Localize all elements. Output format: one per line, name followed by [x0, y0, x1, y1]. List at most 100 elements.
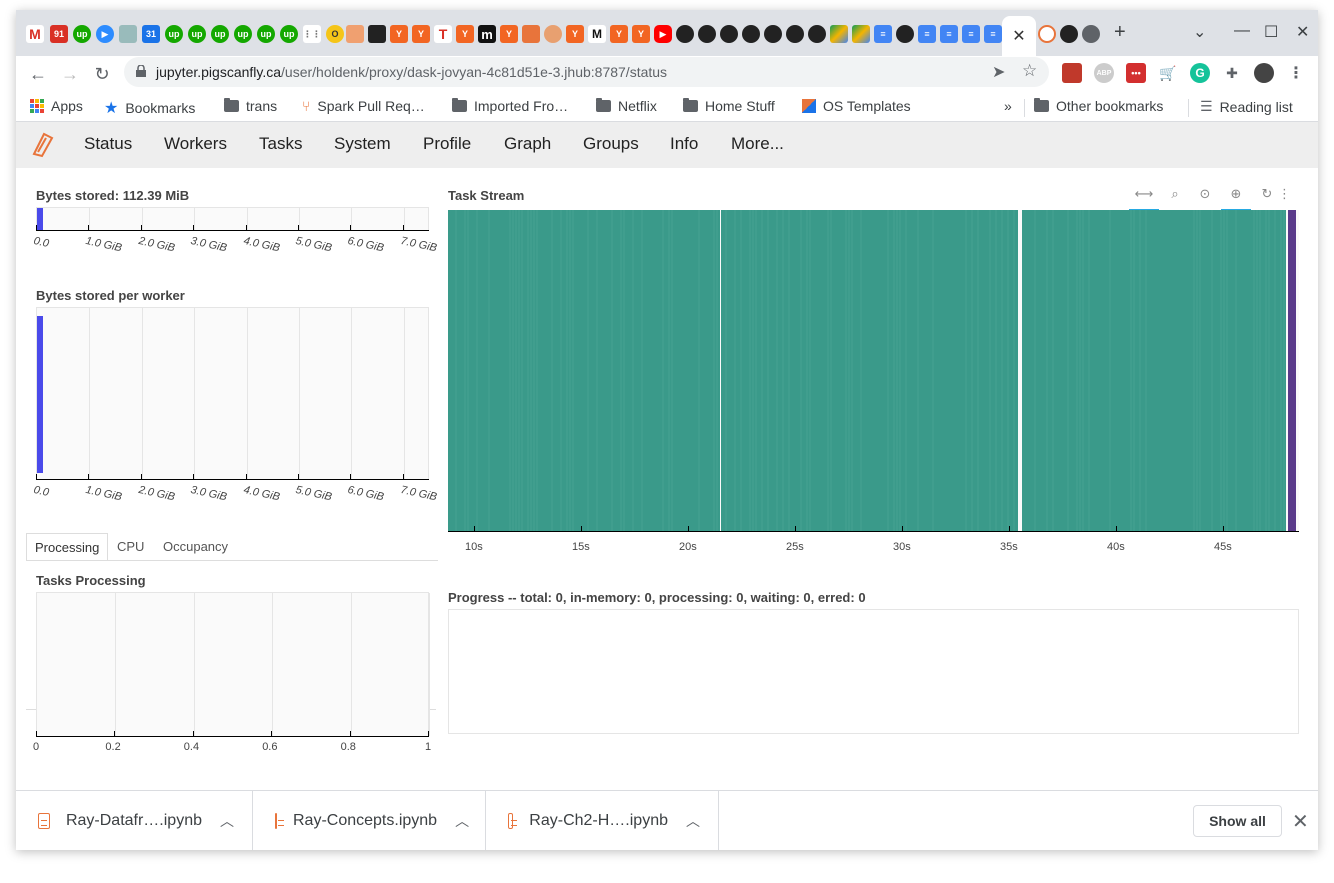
chevron-up-icon[interactable]: ︿ [686, 811, 700, 831]
docs-icon[interactable]: ≡ [874, 25, 892, 43]
github-icon[interactable] [896, 25, 914, 43]
github-icon[interactable] [676, 25, 694, 43]
zoom-in-tool-icon[interactable]: ⊕ [1223, 186, 1249, 206]
bookmark-icon[interactable] [522, 25, 540, 43]
black-icon[interactable] [368, 25, 386, 43]
menu-kebab-icon[interactable]: ⋮ [1286, 63, 1306, 83]
bookmark-spark-pull-req[interactable]: ⑂ Spark Pull Req… [302, 98, 425, 114]
new-tab-plus-icon[interactable]: + [1114, 21, 1126, 44]
upwork-icon[interactable]: up [73, 25, 91, 43]
bookmark-imported[interactable]: Imported Fro… [452, 98, 568, 114]
nav-graph[interactable]: Graph [504, 134, 551, 154]
github-icon[interactable] [1060, 25, 1078, 43]
download-item[interactable]: Ray-Datafr….ipynb ︿ [16, 791, 253, 850]
close-downloads-icon[interactable]: ✕ [1292, 809, 1309, 834]
book-extension-icon[interactable] [1062, 63, 1082, 83]
toolbar-more-icon[interactable]: ⋮ [1278, 186, 1290, 206]
y-icon[interactable]: Y [412, 25, 430, 43]
active-tab-close-icon[interactable]: ✕ [1002, 16, 1036, 56]
gmail-icon[interactable]: M [26, 25, 44, 43]
bookmarks-overflow-icon[interactable]: » [1004, 98, 1012, 114]
medium-icon[interactable]: M [588, 25, 606, 43]
nav-workers[interactable]: Workers [164, 134, 227, 154]
tab-processing[interactable]: Processing [26, 533, 108, 561]
grammarly-extension-icon[interactable]: G [1190, 63, 1210, 83]
calendar-91-icon[interactable]: 91 [50, 25, 68, 43]
tab-occupancy[interactable]: Occupancy [155, 533, 236, 561]
chevron-up-icon[interactable]: ︿ [220, 811, 234, 831]
minimize-icon[interactable]: — [1234, 22, 1250, 40]
wheel-zoom-tool-icon[interactable]: ⊙ [1192, 186, 1218, 206]
circle-icon[interactable] [1038, 25, 1056, 43]
nav-info[interactable]: Info [670, 134, 698, 154]
reset-tool-icon[interactable]: ↻ [1254, 186, 1280, 206]
nav-more[interactable]: More... [731, 134, 784, 154]
dask-logo-icon[interactable] [30, 130, 56, 158]
docs-icon[interactable]: ≡ [962, 25, 980, 43]
reload-icon[interactable]: ↻ [90, 62, 114, 86]
github-icon[interactable] [808, 25, 826, 43]
drive-icon[interactable] [852, 25, 870, 43]
y-icon[interactable]: Y [500, 25, 518, 43]
m-icon[interactable]: m [478, 25, 496, 43]
chevron-up-icon[interactable]: ︿ [455, 811, 469, 831]
docs-icon[interactable]: ≡ [918, 25, 936, 43]
bookmark-netflix[interactable]: Netflix [596, 98, 657, 114]
y-icon[interactable]: Y [610, 25, 628, 43]
close-window-icon[interactable]: ✕ [1296, 22, 1309, 42]
star-icon[interactable]: ☆ [1022, 61, 1037, 81]
tab-cpu[interactable]: CPU [109, 533, 152, 561]
nav-tasks[interactable]: Tasks [259, 134, 302, 154]
docs-icon[interactable]: ≡ [984, 25, 1002, 43]
nav-groups[interactable]: Groups [583, 134, 639, 154]
address-bar[interactable]: jupyter.pigscanfly.ca/user/holdenk/proxy… [124, 57, 1049, 87]
forward-arrow-icon[interactable]: → [58, 62, 82, 86]
y-icon[interactable]: Y [390, 25, 408, 43]
bookmark-apps[interactable]: Apps [30, 98, 83, 114]
download-item[interactable]: Ray-Concepts.ipynb ︿ [253, 791, 486, 850]
bookmark-trans[interactable]: trans [224, 98, 277, 114]
send-icon[interactable]: ➤ [992, 62, 1005, 82]
dots-extension-icon[interactable]: ••• [1126, 63, 1146, 83]
swirl-icon[interactable] [346, 25, 364, 43]
globe-icon[interactable] [1082, 25, 1100, 43]
upwork-icon[interactable]: up [257, 25, 275, 43]
opera-icon[interactable]: O [326, 25, 344, 43]
adblock-extension-icon[interactable]: ABP [1094, 63, 1114, 83]
github-icon[interactable] [720, 25, 738, 43]
bookmark-os-templates[interactable]: OS Templates [802, 98, 911, 114]
reading-list[interactable]: ☰ Reading list [1200, 98, 1293, 115]
avatar[interactable] [1254, 63, 1274, 83]
y-icon[interactable]: Y [632, 25, 650, 43]
zoom-icon[interactable]: ▶ [96, 25, 114, 43]
download-item[interactable]: Ray-Ch2-H….ipynb ︿ [486, 791, 719, 850]
youtube-icon[interactable]: ▶ [654, 25, 672, 43]
upwork-icon[interactable]: up [165, 25, 183, 43]
nav-system[interactable]: System [334, 134, 391, 154]
drive-icon[interactable] [830, 25, 848, 43]
github-icon[interactable] [764, 25, 782, 43]
upwork-icon[interactable]: up [211, 25, 229, 43]
t-icon[interactable]: T [434, 25, 452, 43]
y-icon[interactable]: Y [456, 25, 474, 43]
upwork-icon[interactable]: up [188, 25, 206, 43]
slack-icon[interactable]: ⋮⋮ [303, 25, 321, 43]
calendar-31-icon[interactable]: 31 [142, 25, 160, 43]
other-bookmarks[interactable]: Other bookmarks [1034, 98, 1163, 114]
github-icon[interactable] [742, 25, 760, 43]
circle-icon[interactable] [544, 25, 562, 43]
cart-extension-icon[interactable]: 🛒 [1158, 63, 1178, 83]
pan-tool-icon[interactable]: ⟷ [1131, 186, 1157, 206]
github-icon[interactable] [698, 25, 716, 43]
bookmark-bookmarks[interactable]: ★ Bookmarks [104, 98, 195, 118]
tab-search-chevron-icon[interactable]: ⌄ [1193, 22, 1206, 42]
nav-status[interactable]: Status [84, 134, 132, 154]
nav-profile[interactable]: Profile [423, 134, 471, 154]
docs-icon[interactable]: ≡ [940, 25, 958, 43]
bookmark-home-stuff[interactable]: Home Stuff [683, 98, 775, 114]
maximize-icon[interactable]: ☐ [1264, 22, 1278, 42]
upwork-icon[interactable]: up [234, 25, 252, 43]
show-all-button[interactable]: Show all [1193, 805, 1282, 837]
puzzle-extension-icon[interactable]: ✚ [1222, 63, 1242, 83]
octo-icon[interactable] [119, 25, 137, 43]
